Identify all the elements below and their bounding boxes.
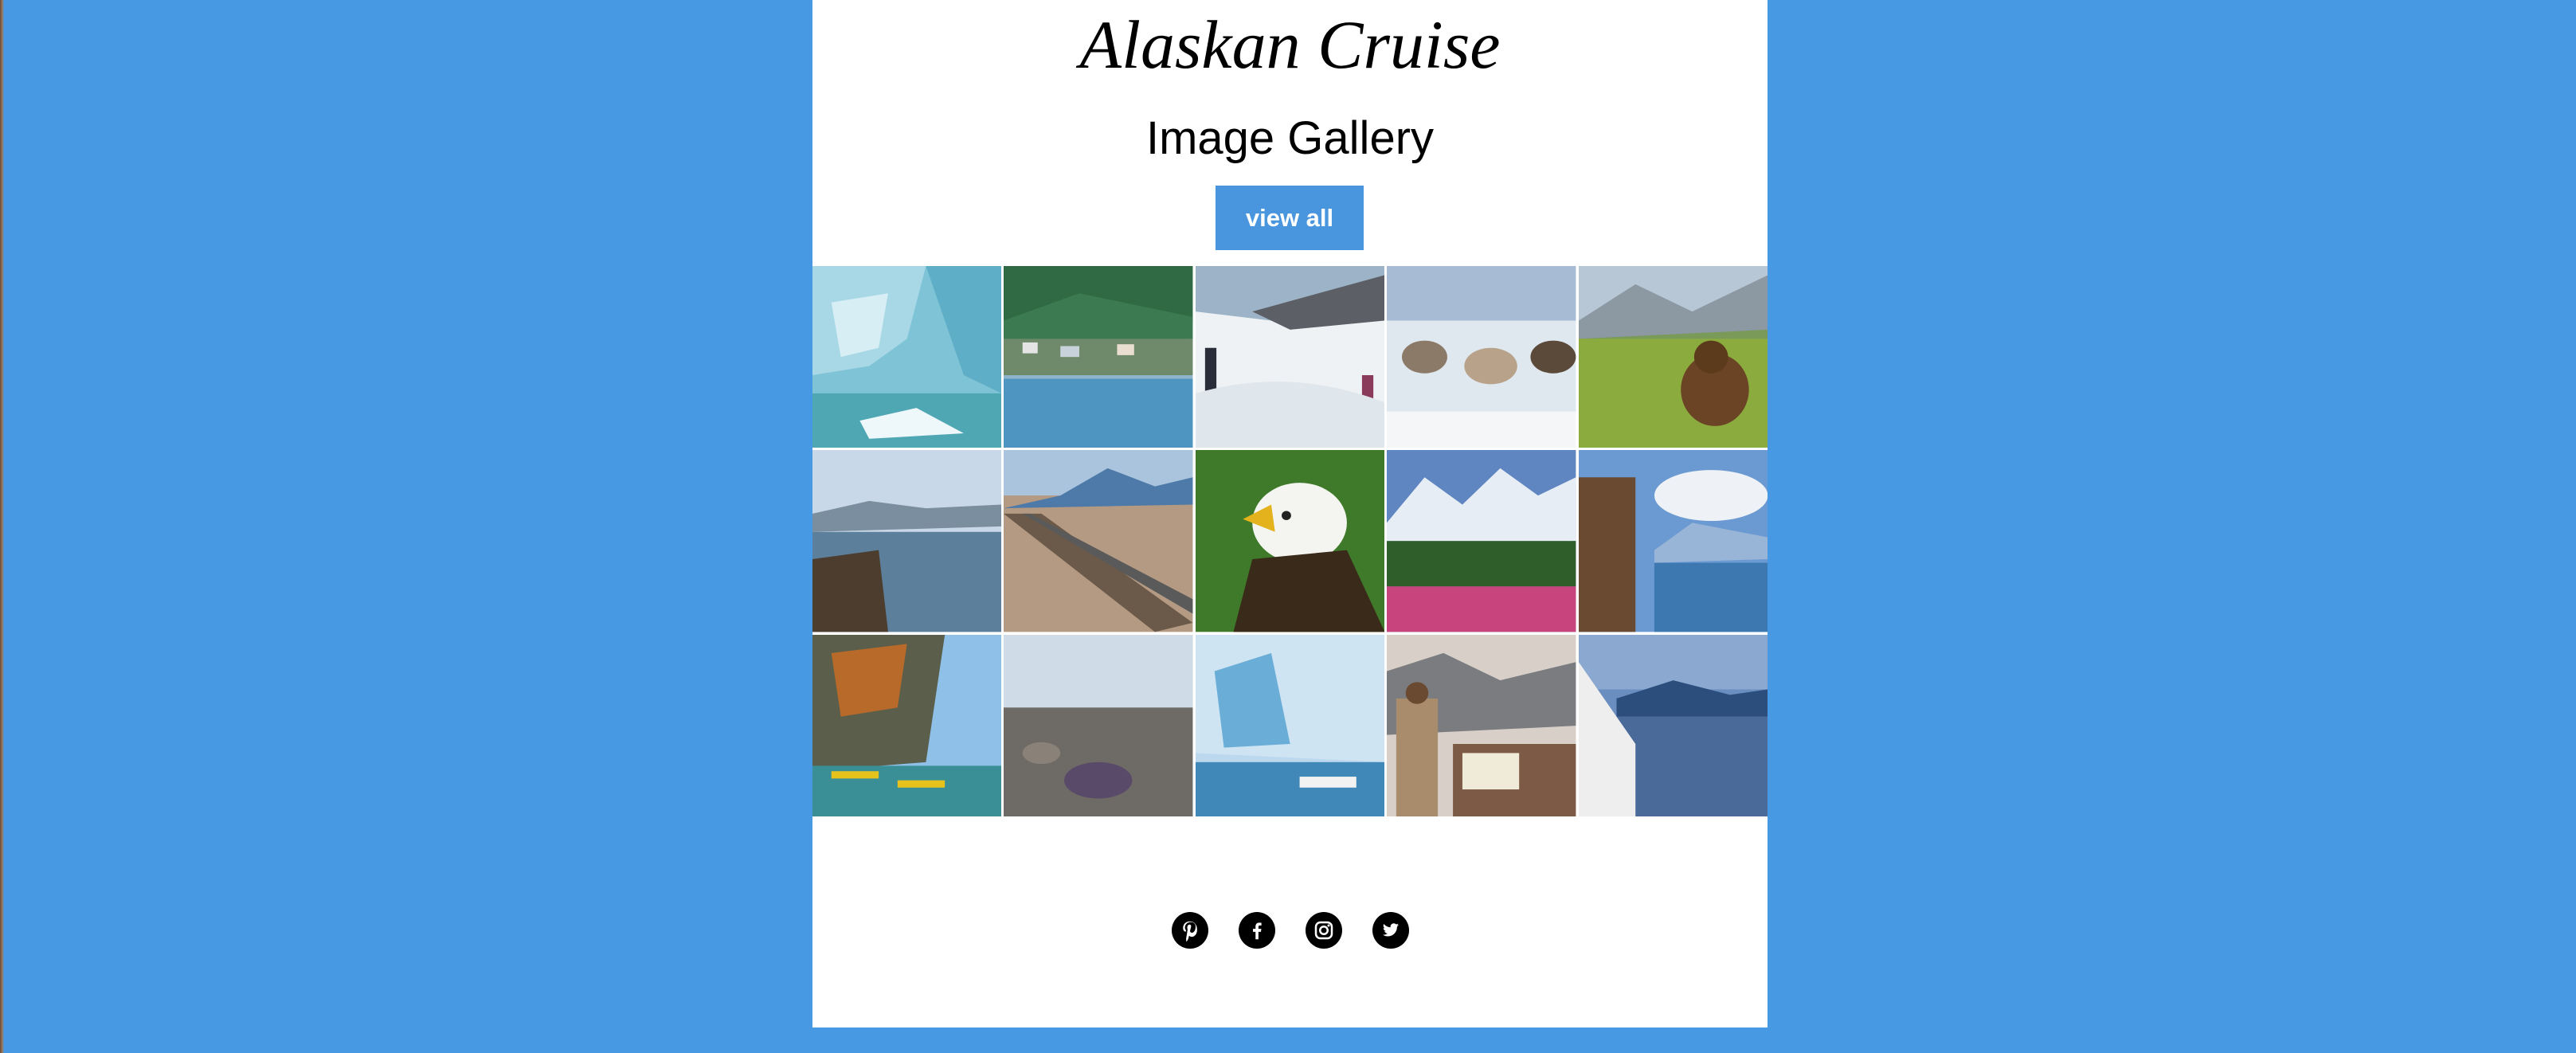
twitter-icon[interactable]: [1372, 912, 1409, 949]
gallery-image-rocky-shore[interactable]: [1004, 634, 1193, 816]
gallery-image-woman-on-deck[interactable]: [1387, 634, 1576, 816]
social-links: [812, 912, 1768, 949]
gallery-image-ship-bow-fjord[interactable]: [1578, 634, 1768, 816]
email-card: Alaskan Cruise Image Gallery view all: [812, 0, 1768, 1028]
gallery-image-kayakers[interactable]: [812, 634, 1002, 816]
gallery-image-glacier-boat[interactable]: [1195, 634, 1385, 816]
gallery-image-brown-bear[interactable]: [1578, 266, 1768, 448]
gallery-image-glacier-ice[interactable]: [812, 266, 1002, 448]
gallery-image-lodge-overlook[interactable]: [1578, 450, 1768, 632]
pinterest-icon[interactable]: [1171, 912, 1208, 949]
gallery-image-railroad-tracks[interactable]: [1004, 450, 1193, 632]
page-title: Alaskan Cruise: [1079, 6, 1501, 83]
gallery-image-snowfield-hikers[interactable]: [1195, 266, 1385, 448]
instagram-icon[interactable]: [1305, 912, 1342, 949]
image-gallery-grid: [812, 266, 1768, 816]
facebook-icon[interactable]: [1238, 912, 1275, 949]
gallery-image-sled-dogs[interactable]: [1387, 266, 1576, 448]
gallery-heading: Image Gallery: [1145, 112, 1435, 164]
gallery-image-harbor-town[interactable]: [1004, 266, 1193, 448]
view-all-button[interactable]: view all: [1216, 186, 1364, 250]
gallery-image-coastal-lake[interactable]: [812, 450, 1002, 632]
window-edge: [0, 0, 4, 1053]
gallery-image-mountain-glacier-meadow[interactable]: [1387, 450, 1576, 632]
gallery-image-bald-eagle[interactable]: [1195, 450, 1385, 632]
